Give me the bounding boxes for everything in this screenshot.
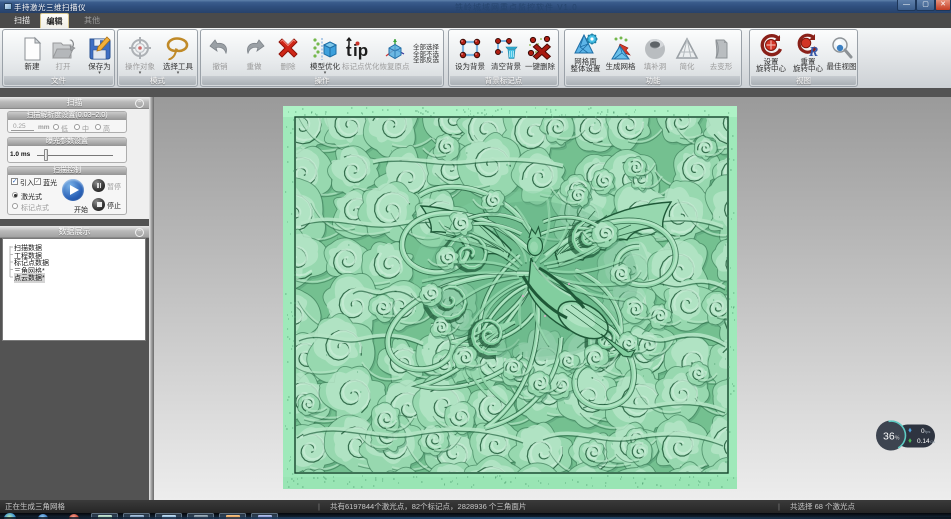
svg-text:fps: fps — [925, 429, 930, 434]
svg-text:ip: ip — [353, 41, 368, 60]
svg-text:%: % — [895, 436, 900, 442]
svg-text:0.14: 0.14 — [917, 438, 930, 445]
svg-text:36: 36 — [883, 431, 895, 443]
svg-text:R: R — [808, 45, 818, 57]
svg-text:Gs: Gs — [930, 439, 935, 444]
